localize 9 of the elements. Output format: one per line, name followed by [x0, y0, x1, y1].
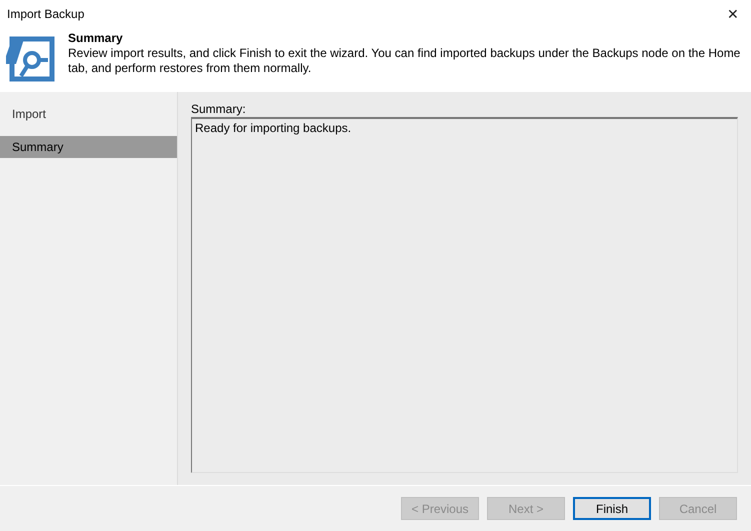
wizard-step[interactable]: Summary: [0, 136, 177, 158]
close-icon[interactable]: ✕: [723, 6, 743, 22]
wizard-button[interactable]: Finish: [573, 497, 651, 520]
summary-text-area: Ready for importing backups.: [191, 117, 738, 473]
summary-label: Summary:: [191, 102, 247, 117]
page-heading: Summary: [68, 30, 124, 46]
page-description: Review import results, and click Finish to exit the wizard. You can find imported backups under the Backups node on the Home tab, and perform restores from them normally.: [68, 46, 742, 76]
wizard-step[interactable]: Import: [0, 103, 177, 125]
window-title: Import Backup: [7, 7, 84, 21]
